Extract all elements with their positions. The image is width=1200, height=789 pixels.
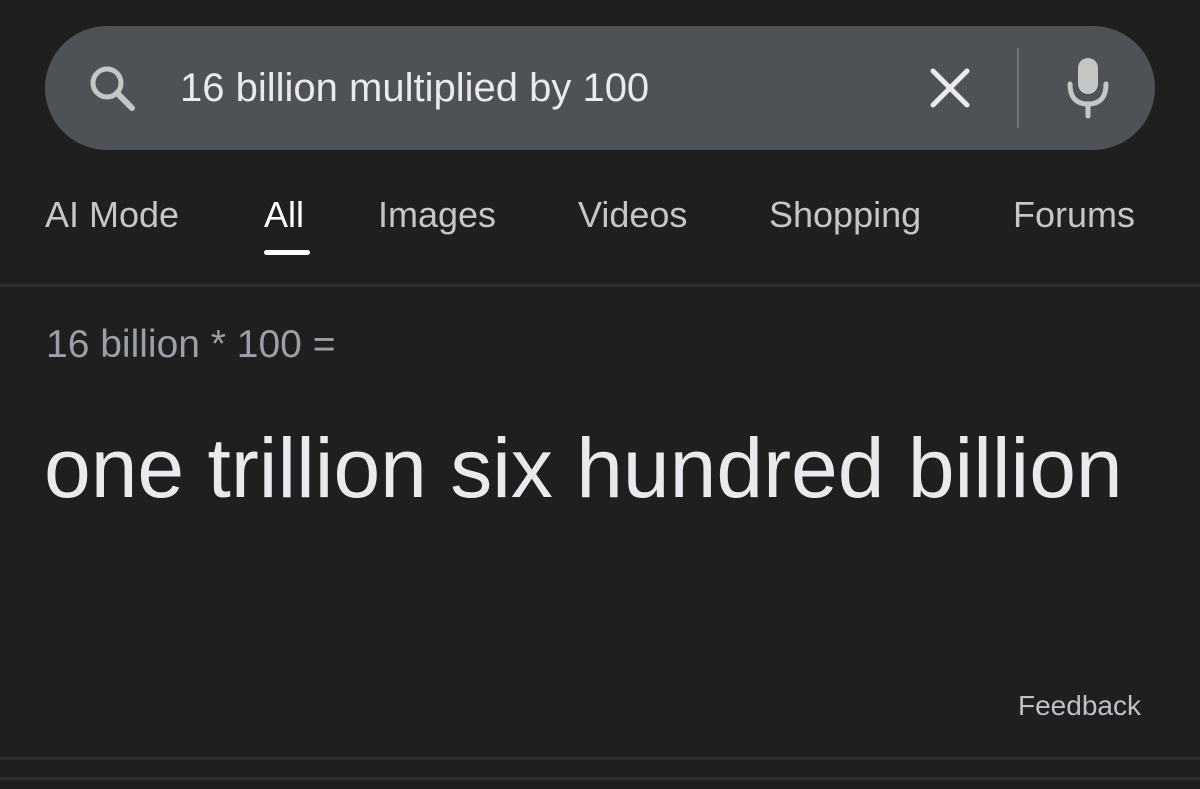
calculator-result: one trillion six hundred billion [44, 421, 1123, 515]
calculator-expression: 16 billion * 100 = [46, 323, 336, 366]
search-icon[interactable] [84, 60, 140, 116]
search-bar-divider [1017, 48, 1019, 128]
feedback-link[interactable]: Feedback [1018, 686, 1141, 726]
search-results-page: 16 billion multiplied by 100 AI Mode All… [0, 0, 1200, 789]
tab-ai-mode[interactable]: AI Mode [45, 190, 179, 240]
result-card-divider-2 [0, 777, 1200, 780]
close-icon[interactable] [924, 62, 976, 114]
tab-all[interactable]: All [264, 190, 304, 240]
microphone-icon[interactable] [1062, 56, 1114, 120]
tab-shopping[interactable]: Shopping [769, 190, 921, 240]
active-tab-indicator [264, 250, 310, 255]
search-input[interactable]: 16 billion multiplied by 100 [180, 60, 649, 116]
tab-forums[interactable]: Forums [1013, 190, 1135, 240]
tabs-divider [0, 284, 1200, 287]
tab-videos[interactable]: Videos [578, 190, 687, 240]
result-card-divider [0, 757, 1200, 760]
tab-images[interactable]: Images [378, 190, 496, 240]
